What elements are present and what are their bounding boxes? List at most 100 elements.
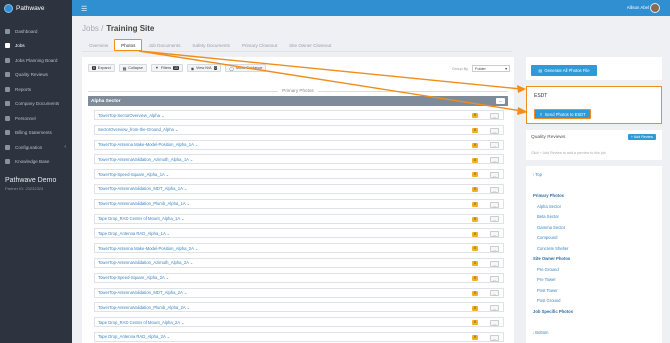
photo-row[interactable]: TowerTop-SectorOverview_Alpha 0... xyxy=(94,110,504,120)
row-menu-button[interactable]: ... xyxy=(490,201,499,208)
tab-photos[interactable]: Photos xyxy=(114,39,143,51)
collapse-button[interactable]: ▩ Collapse xyxy=(118,64,148,72)
sidebar-item-knowledge-base[interactable]: Knowledge Base xyxy=(0,155,72,170)
row-menu-button[interactable]: ... xyxy=(490,112,499,119)
collapse-icon: ▩ xyxy=(122,66,127,71)
photo-row[interactable]: TowerTop-AntennaValidation_MDT_Alpha_1A 0… xyxy=(94,183,504,194)
row-menu-button[interactable]: ... xyxy=(490,305,499,312)
nav-link-concrete-shelter[interactable]: Concrete Shelter xyxy=(537,246,568,251)
photo-row-label[interactable]: TowerTop-AntennaValidation_Azimuth_Alpha… xyxy=(98,157,193,162)
row-menu-button[interactable]: ... xyxy=(490,157,499,164)
sidebar-item-jobs[interactable]: Jobs xyxy=(0,39,72,54)
user-avatar[interactable] xyxy=(650,3,660,13)
nav-link-post-tower[interactable]: Post Tower xyxy=(537,288,558,293)
photo-row[interactable]: TowerTop-Antenna Make-Model-Position_Alp… xyxy=(94,139,504,150)
photo-row-label[interactable]: TowerTop-AntennaValidation_Azimuth_Alpha… xyxy=(98,260,193,265)
nav-link-site-owner-photos[interactable]: Site Owner Photos xyxy=(533,256,570,261)
row-menu-button[interactable]: ... xyxy=(490,186,499,193)
row-menu-button[interactable]: ... xyxy=(490,260,499,267)
row-menu-button[interactable]: ... xyxy=(490,127,499,134)
tab-site-owner-closeout[interactable]: Site Owner Closeout xyxy=(283,39,337,51)
sidebar-item-jobs-planning-board[interactable]: Jobs Planning Board xyxy=(0,53,72,68)
row-menu-button[interactable]: ... xyxy=(490,334,499,341)
photo-row[interactable]: TowerTop-Speed-Square_Alpha_2A 0... xyxy=(94,272,504,283)
photo-row-label[interactable]: TowerTop-AntennaValidation_MDT_Alpha_2A xyxy=(98,290,187,295)
photo-row-label[interactable]: Tape Drop_RAD Center of Mount_Alpha_1A xyxy=(98,216,185,221)
nav-link-beta-sector[interactable]: Beta Sector xyxy=(537,214,559,219)
sidebar-item-company-documents[interactable]: Company Documents xyxy=(0,97,72,112)
scroll-top-link[interactable]: ↑ Top xyxy=(532,172,542,177)
eye-icon: ◉ xyxy=(190,66,195,71)
photo-row-label[interactable]: Tape Drop_RAD Center of Mount_Alpha_2A xyxy=(98,320,185,325)
nav-link-post-ground[interactable]: Post Ground xyxy=(537,298,561,303)
company-name: Pathwave Demo xyxy=(5,177,57,184)
photo-row[interactable]: TowerTop-AntennaValidation_Azimuth_Alpha… xyxy=(94,257,504,268)
photo-row-label[interactable]: TowerTop-AntennaValidation_Plumb_Alpha_2… xyxy=(98,305,190,310)
quality-icon xyxy=(5,72,10,78)
photo-row-label[interactable]: TowerTop-SectorOverview_Alpha xyxy=(98,113,165,118)
show-guidance-button[interactable]: ◯ Show Guidance xyxy=(225,64,267,72)
photo-row[interactable]: Tape Drop_RAD Center of Mount_Alpha_2A 0.… xyxy=(94,317,504,328)
generate-all-photos-button[interactable]: ▤ Generate All Photos File xyxy=(531,65,597,76)
photo-row-label[interactable]: TowerTop-Antenna Make-Model-Position_Alp… xyxy=(98,142,198,147)
row-menu-button[interactable]: ... xyxy=(490,216,499,223)
row-menu-button[interactable]: ... xyxy=(490,290,499,297)
photo-row-label[interactable]: TowerTop-AntennaValidation_Plumb_Alpha_1… xyxy=(98,201,190,206)
scroll-bottom-link[interactable]: ↓ Bottom xyxy=(532,330,549,335)
photo-row[interactable]: Tape Drop_RAD Center of Mount_Alpha_1A 0.… xyxy=(94,213,504,224)
group-menu-button[interactable]: ... xyxy=(496,98,505,104)
nav-link-alpha-sector[interactable]: Alpha Sector xyxy=(537,204,561,209)
photo-row[interactable]: TowerTop-AntennaValidation_Plumb_Alpha_2… xyxy=(94,302,504,313)
view-na-button[interactable]: ◉ View N/A 0 xyxy=(186,64,222,72)
add-review-button[interactable]: + Add Review xyxy=(627,134,656,140)
nav-link-gamma-sector[interactable]: Gamma Sector xyxy=(537,225,565,230)
group-header-alpha-sector[interactable]: Alpha Sector ... xyxy=(88,96,508,106)
send-photos-to-esdt-button[interactable]: ⇧ Send Photos to ESDT xyxy=(534,109,591,119)
group-by-select[interactable]: Folder ▾ xyxy=(472,65,511,72)
tab-overview[interactable]: Overview xyxy=(83,39,114,51)
row-menu-button[interactable]: ... xyxy=(490,142,499,149)
nav-link-pre-ground[interactable]: Pre Ground xyxy=(537,267,559,272)
sidebar-item-configuration[interactable]: Configuration ‹ xyxy=(0,140,72,155)
photo-row[interactable]: TowerTop-Antenna Make-Model-Position_Alp… xyxy=(94,243,504,254)
hamburger-menu-icon[interactable]: ☰ xyxy=(81,5,87,13)
user-name[interactable]: Allison Abel xyxy=(627,5,649,10)
filters-label: Filters xyxy=(160,66,172,70)
nav-link-compound[interactable]: Compound xyxy=(537,235,558,240)
tab-safety-documents[interactable]: Safety Documents xyxy=(186,39,236,51)
photo-row[interactable]: Tape Drop_Antenna RAD_Alpha_1A 0... xyxy=(94,228,504,239)
nav-link-job-specific-photos[interactable]: Job Specific Photos xyxy=(533,309,573,314)
sidebar-item-personnel[interactable]: Personnel xyxy=(0,111,72,126)
photo-row[interactable]: Tape Drop_Antenna RAD_Alpha_2A 0... xyxy=(94,331,504,342)
tab-job-documents[interactable]: Job Documents xyxy=(142,39,186,51)
photo-row-label[interactable]: Tape Drop_Antenna RAD_Alpha_2A xyxy=(98,334,170,339)
photo-row[interactable]: TowerTop-AntennaValidation_MDT_Alpha_2A 0… xyxy=(94,287,504,298)
photo-row[interactable]: TowerTop-Speed-Square_Alpha_1A 0... xyxy=(94,169,504,180)
brand[interactable]: Pathwave xyxy=(0,0,72,16)
photo-row-label[interactable]: TowerTop-Antenna Make-Model-Position_Alp… xyxy=(98,246,198,251)
filters-button[interactable]: ▼ Filters 13 xyxy=(151,64,183,72)
nav-link-pre-tower[interactable]: Pre Tower xyxy=(537,277,556,282)
photo-row-label[interactable]: TowerTop-Speed-Square_Alpha_2A xyxy=(98,275,169,280)
photo-row[interactable]: TowerTop-AntennaValidation_Plumb_Alpha_1… xyxy=(94,198,504,209)
sidebar-item-reports[interactable]: Reports xyxy=(0,82,72,97)
sidebar-item-label: Knowledge Base xyxy=(15,159,50,165)
tab-primary-closeout[interactable]: Primary Closeout xyxy=(236,39,283,51)
expand-button[interactable]: 0 Expand xyxy=(88,64,115,72)
photo-row-label[interactable]: SectorOverview_from-the-Ground_Alpha xyxy=(98,127,179,132)
photo-row-label[interactable]: TowerTop-AntennaValidation_MDT_Alpha_1A xyxy=(98,186,187,191)
sidebar-item-quality-reviews[interactable]: Quality Reviews xyxy=(0,68,72,83)
row-menu-button[interactable]: ... xyxy=(490,231,499,238)
row-menu-button[interactable]: ... xyxy=(490,245,499,252)
photo-row[interactable]: SectorOverview_from-the-Ground_Alpha 0... xyxy=(94,124,504,135)
photo-row[interactable]: TowerTop-AntennaValidation_Azimuth_Alpha… xyxy=(94,154,504,165)
breadcrumb-jobs-link[interactable]: Jobs xyxy=(82,24,99,33)
sidebar-item-dashboard[interactable]: Dashboard xyxy=(0,24,72,39)
row-menu-button[interactable]: ... xyxy=(490,319,499,326)
nav-link-primary-photos[interactable]: Primary Photos xyxy=(533,193,564,198)
sidebar-item-billing-statements[interactable]: Billing Statements xyxy=(0,126,72,141)
row-menu-button[interactable]: ... xyxy=(490,275,499,282)
row-menu-button[interactable]: ... xyxy=(490,171,499,178)
photo-row-label[interactable]: TowerTop-Speed-Square_Alpha_1A xyxy=(98,172,169,177)
photo-row-label[interactable]: Tape Drop_Antenna RAD_Alpha_1A xyxy=(98,231,170,236)
